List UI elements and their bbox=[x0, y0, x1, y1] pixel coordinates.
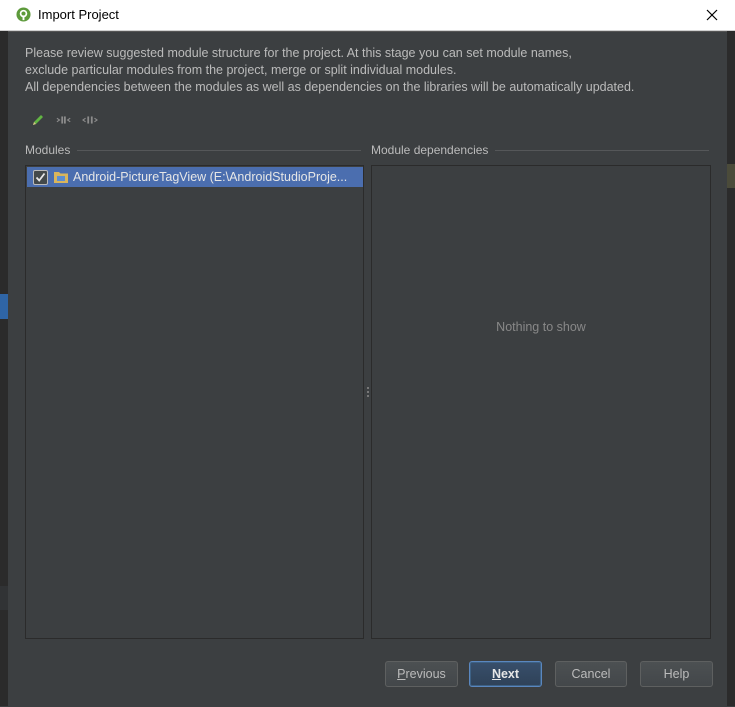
background-selection bbox=[0, 294, 8, 319]
dependencies-list[interactable]: Nothing to show bbox=[371, 165, 711, 639]
background-ide-left bbox=[0, 31, 8, 706]
close-icon bbox=[706, 9, 718, 21]
module-folder-icon bbox=[54, 172, 68, 183]
android-studio-icon bbox=[16, 7, 31, 22]
checkmark-icon bbox=[35, 172, 46, 182]
title-bar: Import Project bbox=[0, 0, 735, 31]
description: Please review suggested module structure… bbox=[25, 45, 634, 96]
help-label: Help bbox=[663, 667, 690, 681]
rename-pencil-icon[interactable] bbox=[30, 112, 46, 128]
dialog-content: Please review suggested module structure… bbox=[8, 31, 727, 707]
modules-label: Modules bbox=[25, 143, 71, 157]
cancel-button[interactable]: Cancel bbox=[555, 661, 627, 687]
panel-splitter[interactable] bbox=[366, 386, 369, 400]
background-mark bbox=[727, 164, 735, 188]
background-bar bbox=[0, 586, 8, 610]
background-ide-right bbox=[727, 31, 735, 706]
empty-state-text: Nothing to show bbox=[496, 320, 586, 334]
description-line: Please review suggested module structure… bbox=[25, 46, 572, 60]
merge-modules-icon[interactable] bbox=[56, 112, 72, 128]
module-checkbox[interactable] bbox=[33, 169, 48, 185]
previous-button[interactable]: Previous bbox=[385, 661, 458, 687]
module-name: Android-PictureTagView (E:\AndroidStudio… bbox=[73, 170, 348, 184]
previous-label: revious bbox=[405, 667, 446, 681]
next-mnemonic: N bbox=[491, 667, 501, 681]
module-item[interactable]: Android-PictureTagView (E:\AndroidStudio… bbox=[27, 167, 363, 187]
previous-mnemonic: P bbox=[397, 667, 406, 681]
separator bbox=[77, 150, 361, 151]
cancel-label: Cancel bbox=[571, 667, 611, 681]
dependencies-label: Module dependencies bbox=[371, 143, 489, 157]
modules-list[interactable]: Android-PictureTagView (E:\AndroidStudio… bbox=[25, 165, 364, 639]
split-module-icon[interactable] bbox=[82, 112, 98, 128]
close-button[interactable] bbox=[689, 0, 735, 30]
description-line: exclude particular modules from the proj… bbox=[25, 63, 457, 77]
separator bbox=[495, 150, 709, 151]
window-title: Import Project bbox=[38, 7, 119, 22]
help-button[interactable]: Help bbox=[640, 661, 713, 687]
next-label: ext bbox=[500, 667, 520, 681]
description-line: All dependencies between the modules as … bbox=[25, 80, 635, 94]
module-toolbar bbox=[30, 112, 98, 128]
next-button[interactable]: Next bbox=[469, 661, 542, 687]
